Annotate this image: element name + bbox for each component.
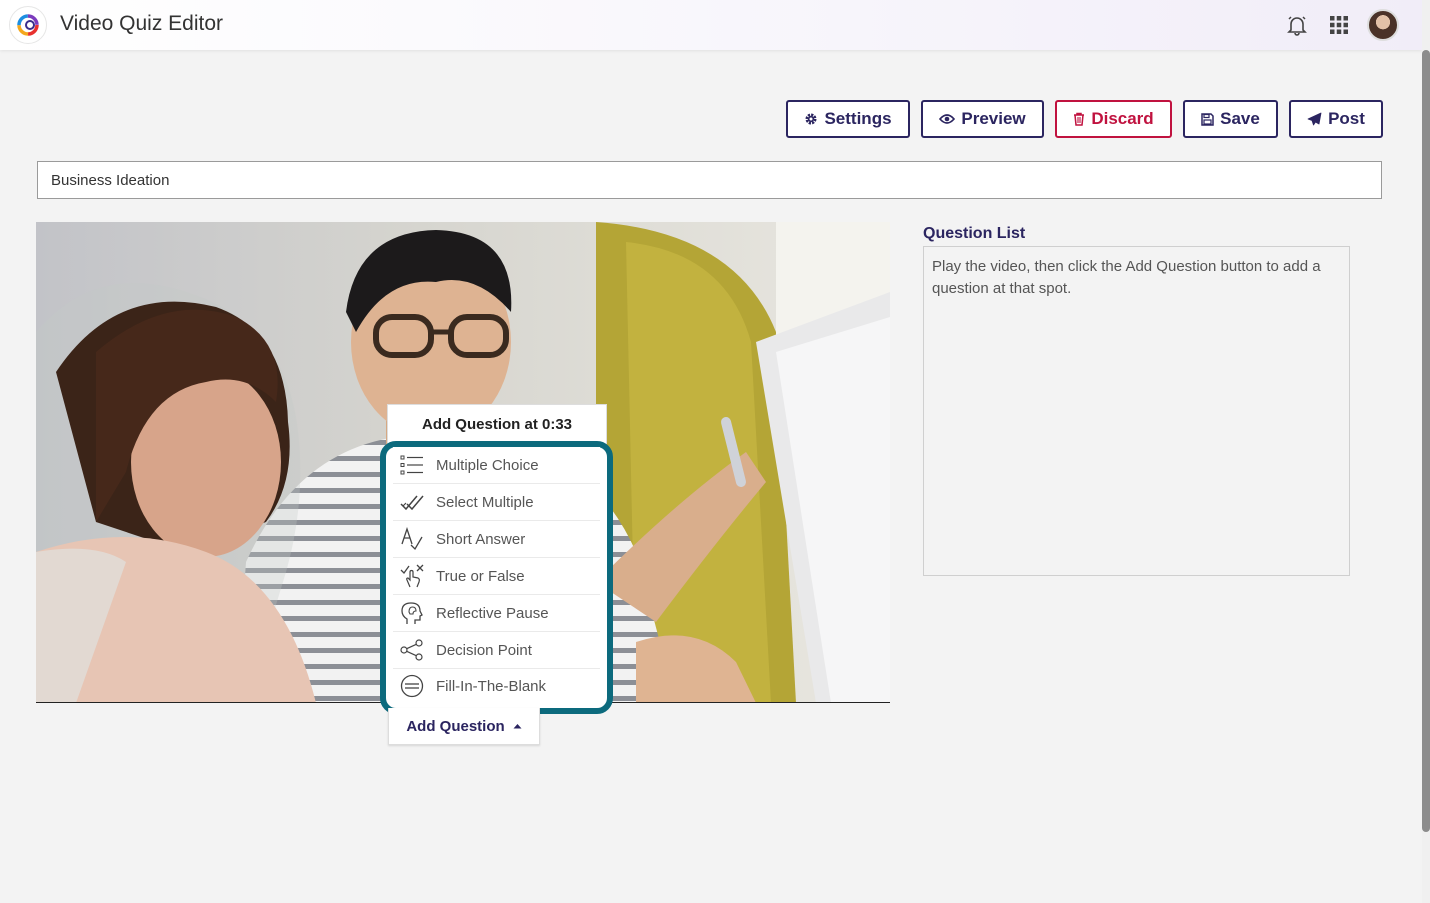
menu-item-label: Fill-In-The-Blank	[436, 677, 547, 695]
bell-icon[interactable]	[1284, 12, 1310, 38]
app-logo[interactable]	[9, 6, 47, 44]
top-bar: Video Quiz Editor	[0, 0, 1422, 50]
menu-item-multiple-choice[interactable]: Multiple Choice	[393, 447, 600, 484]
quiz-title-input[interactable]	[37, 161, 1382, 199]
discard-label: Discard	[1091, 109, 1154, 128]
discard-button[interactable]: Discard	[1055, 100, 1172, 138]
menu-item-short-answer[interactable]: Short Answer	[393, 521, 600, 558]
add-question-menu-header: Add Question at 0:33	[387, 404, 607, 444]
double-check-icon	[400, 495, 424, 511]
menu-item-label: Short Answer	[436, 530, 526, 548]
question-list-empty-text: Play the video, then click the Add Quest…	[932, 258, 1321, 297]
menu-item-label: Reflective Pause	[436, 604, 549, 622]
preview-button[interactable]: Preview	[921, 100, 1044, 138]
logo-icon	[17, 14, 39, 36]
menu-item-select-multiple[interactable]: Select Multiple	[393, 484, 600, 521]
settings-button[interactable]: Settings	[786, 100, 910, 138]
spell-check-icon	[401, 527, 423, 551]
caret-up-icon	[513, 724, 522, 729]
floppy-disk-icon	[1201, 112, 1214, 126]
menu-item-reflective-pause[interactable]: Reflective Pause	[393, 595, 600, 632]
share-nodes-icon	[400, 639, 423, 661]
question-list-panel: Play the video, then click the Add Quest…	[923, 246, 1350, 576]
circle-lines-icon	[400, 674, 424, 698]
post-button[interactable]: Post	[1289, 100, 1383, 138]
preview-label: Preview	[961, 109, 1026, 128]
app-title: Video Quiz Editor	[60, 12, 224, 35]
apps-grid-icon[interactable]	[1326, 12, 1352, 38]
post-label: Post	[1328, 109, 1365, 128]
scrollbar-thumb[interactable]	[1422, 50, 1430, 832]
add-question-label: Add Question	[406, 717, 505, 735]
question-type-menu: Multiple Choice Select Multiple Short An…	[393, 447, 600, 703]
menu-item-decision-point[interactable]: Decision Point	[393, 632, 600, 669]
paper-plane-icon	[1307, 112, 1322, 126]
check-x-pointer-icon	[400, 564, 424, 588]
menu-item-label: Select Multiple	[436, 493, 534, 511]
save-label: Save	[1220, 109, 1260, 128]
menu-item-label: Decision Point	[436, 641, 532, 659]
trash-icon	[1074, 112, 1085, 126]
save-button[interactable]: Save	[1183, 100, 1278, 138]
menu-item-true-or-false[interactable]: True or False	[393, 558, 600, 595]
list-icon	[400, 455, 423, 475]
menu-item-fill-in-the-blank[interactable]: Fill-In-The-Blank	[393, 669, 600, 703]
head-thought-icon	[401, 602, 423, 624]
eye-icon	[939, 114, 956, 124]
question-list-heading: Question List	[923, 225, 1026, 242]
menu-item-label: True or False	[436, 567, 525, 585]
menu-item-label: Multiple Choice	[436, 456, 539, 474]
add-question-button[interactable]: Add Question	[388, 708, 540, 745]
gear-icon	[805, 113, 817, 125]
settings-label: Settings	[824, 109, 892, 128]
user-avatar[interactable]	[1367, 9, 1399, 41]
